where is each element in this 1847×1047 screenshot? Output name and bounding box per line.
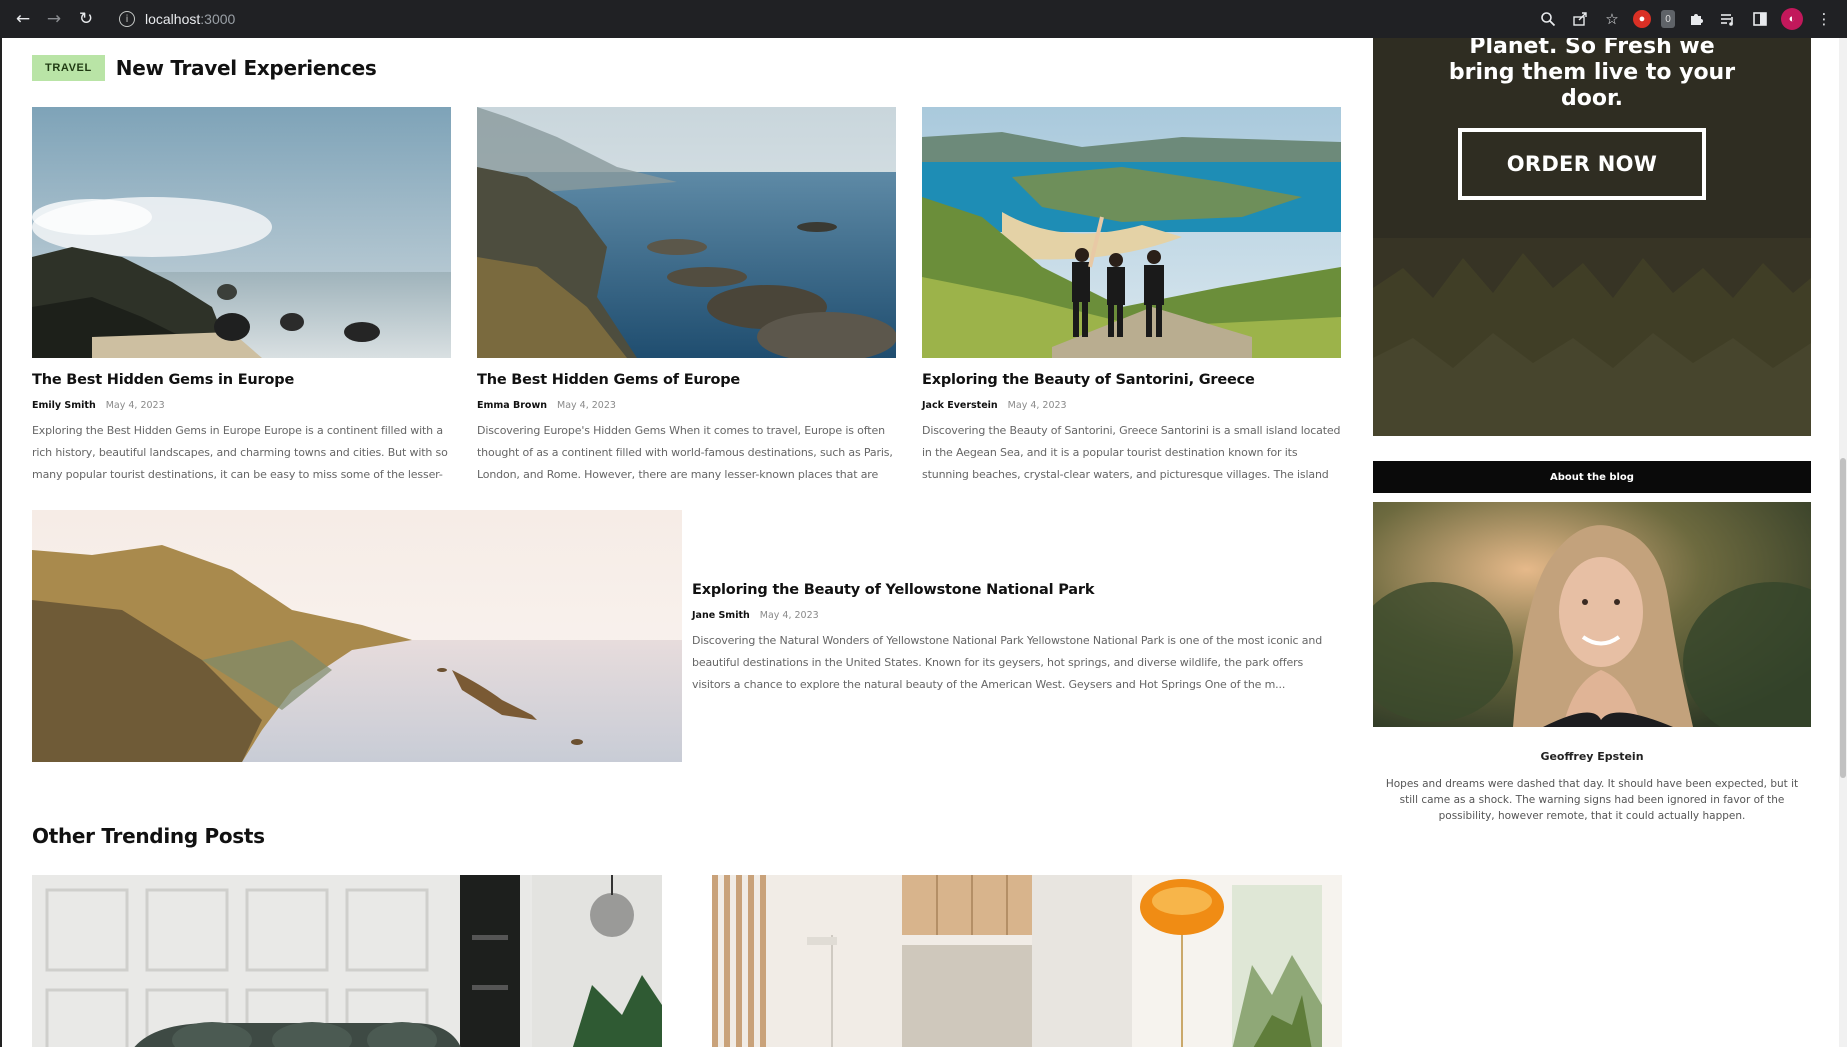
post-title[interactable]: The Best Hidden Gems of Europe — [477, 372, 896, 388]
profile-icon[interactable]: ◐ — [1781, 8, 1803, 30]
post-date: May 4, 2023 — [1007, 400, 1067, 411]
category-tag[interactable]: TRAVEL — [32, 55, 105, 81]
post-author[interactable]: Jane Smith — [692, 610, 750, 621]
post-title[interactable]: The Best Hidden Gems in Europe — [32, 372, 451, 388]
extension-counter-icon[interactable]: 0 — [1661, 10, 1675, 28]
share-icon[interactable] — [1569, 8, 1591, 30]
browser-toolbar: ← → ↻ i localhost:3000 ☆ ● 0 ◐ ⋮ — [0, 0, 1847, 38]
post-excerpt: Discovering the Natural Wonders of Yello… — [692, 634, 1323, 691]
post-card[interactable]: The Best Hidden Gems in Europe Emily Smi… — [32, 107, 451, 486]
post-excerpt: Exploring the Best Hidden Gems in Europe… — [32, 424, 448, 481]
post-date: May 4, 2023 — [557, 400, 616, 411]
featured-post-body: Exploring the Beauty of Yellowstone Nati… — [692, 582, 1342, 696]
media-icon[interactable] — [1717, 8, 1739, 30]
extension-icon[interactable]: ● — [1633, 10, 1651, 28]
author-avatar — [1373, 502, 1811, 727]
reload-icon[interactable]: ↻ — [75, 8, 97, 30]
post-card[interactable]: The Best Hidden Gems of Europe Emma Brow… — [477, 107, 896, 486]
post-excerpt: Discovering Europe's Hidden Gems When it… — [477, 424, 893, 481]
star-icon[interactable]: ☆ — [1601, 8, 1623, 30]
post-thumbnail[interactable] — [477, 107, 896, 358]
zoom-icon[interactable] — [1537, 8, 1559, 30]
post-title[interactable]: Exploring the Beauty of Yellowstone Nati… — [692, 582, 1342, 598]
info-icon[interactable]: i — [119, 11, 135, 27]
post-title[interactable]: Exploring the Beauty of Santorini, Greec… — [922, 372, 1341, 388]
menu-dots-icon[interactable]: ⋮ — [1813, 8, 1835, 30]
about-blog-header: About the blog — [1373, 461, 1811, 493]
puzzle-icon[interactable] — [1685, 8, 1707, 30]
back-arrow-icon[interactable]: ← — [12, 8, 34, 30]
post-thumbnail[interactable] — [32, 107, 451, 358]
post-meta: Emily Smith May 4, 2023 — [32, 400, 451, 411]
post-author[interactable]: Jack Everstein — [922, 400, 998, 411]
trending-post-thumbnail[interactable] — [712, 875, 1342, 1047]
url-text[interactable]: localhost:3000 — [145, 11, 235, 27]
page-scrollbar[interactable] — [1839, 38, 1847, 1047]
ad-headline: Planet. So Fresh we bring them live to y… — [1448, 38, 1736, 111]
trending-section-title: Other Trending Posts — [32, 824, 265, 848]
url-port: :3000 — [200, 11, 236, 27]
page-content: TRAVEL New Travel Experiences The Best H… — [0, 38, 1847, 1047]
trending-post-thumbnail[interactable] — [32, 875, 662, 1047]
post-meta: Emma Brown May 4, 2023 — [477, 400, 896, 411]
order-ad-banner[interactable]: Planet. So Fresh we bring them live to y… — [1373, 38, 1811, 436]
post-meta: Jack Everstein May 4, 2023 — [922, 400, 1341, 411]
url-host: localhost — [145, 11, 201, 27]
toolbar-actions: ☆ ● 0 ◐ ⋮ — [1537, 8, 1835, 30]
author-name: Geoffrey Epstein — [1540, 750, 1644, 763]
scrollbar-thumb[interactable] — [1840, 458, 1846, 778]
post-thumbnail[interactable] — [922, 107, 1341, 358]
post-card[interactable]: Exploring the Beauty of Santorini, Greec… — [922, 107, 1341, 486]
post-meta: Jane Smith May 4, 2023 — [692, 610, 1342, 621]
post-author[interactable]: Emily Smith — [32, 400, 96, 411]
post-date: May 4, 2023 — [105, 400, 165, 411]
section-title: New Travel Experiences — [115, 56, 377, 80]
post-author[interactable]: Emma Brown — [477, 400, 547, 411]
forward-arrow-icon[interactable]: → — [43, 8, 65, 30]
address-bar[interactable]: i localhost:3000 — [109, 5, 1619, 33]
travel-section-header: TRAVEL New Travel Experiences — [32, 55, 377, 81]
post-thumbnail[interactable] — [32, 510, 682, 762]
order-now-button[interactable]: ORDER NOW — [1458, 128, 1706, 200]
featured-post-card[interactable]: Exploring the Beauty of Yellowstone Nati… — [32, 510, 1342, 762]
post-excerpt: Discovering the Beauty of Santorini, Gre… — [922, 424, 1341, 481]
post-date: May 4, 2023 — [759, 610, 819, 621]
author-bio: Hopes and dreams were dashed that day. I… — [1385, 778, 1799, 822]
sidebar-icon[interactable] — [1749, 8, 1771, 30]
